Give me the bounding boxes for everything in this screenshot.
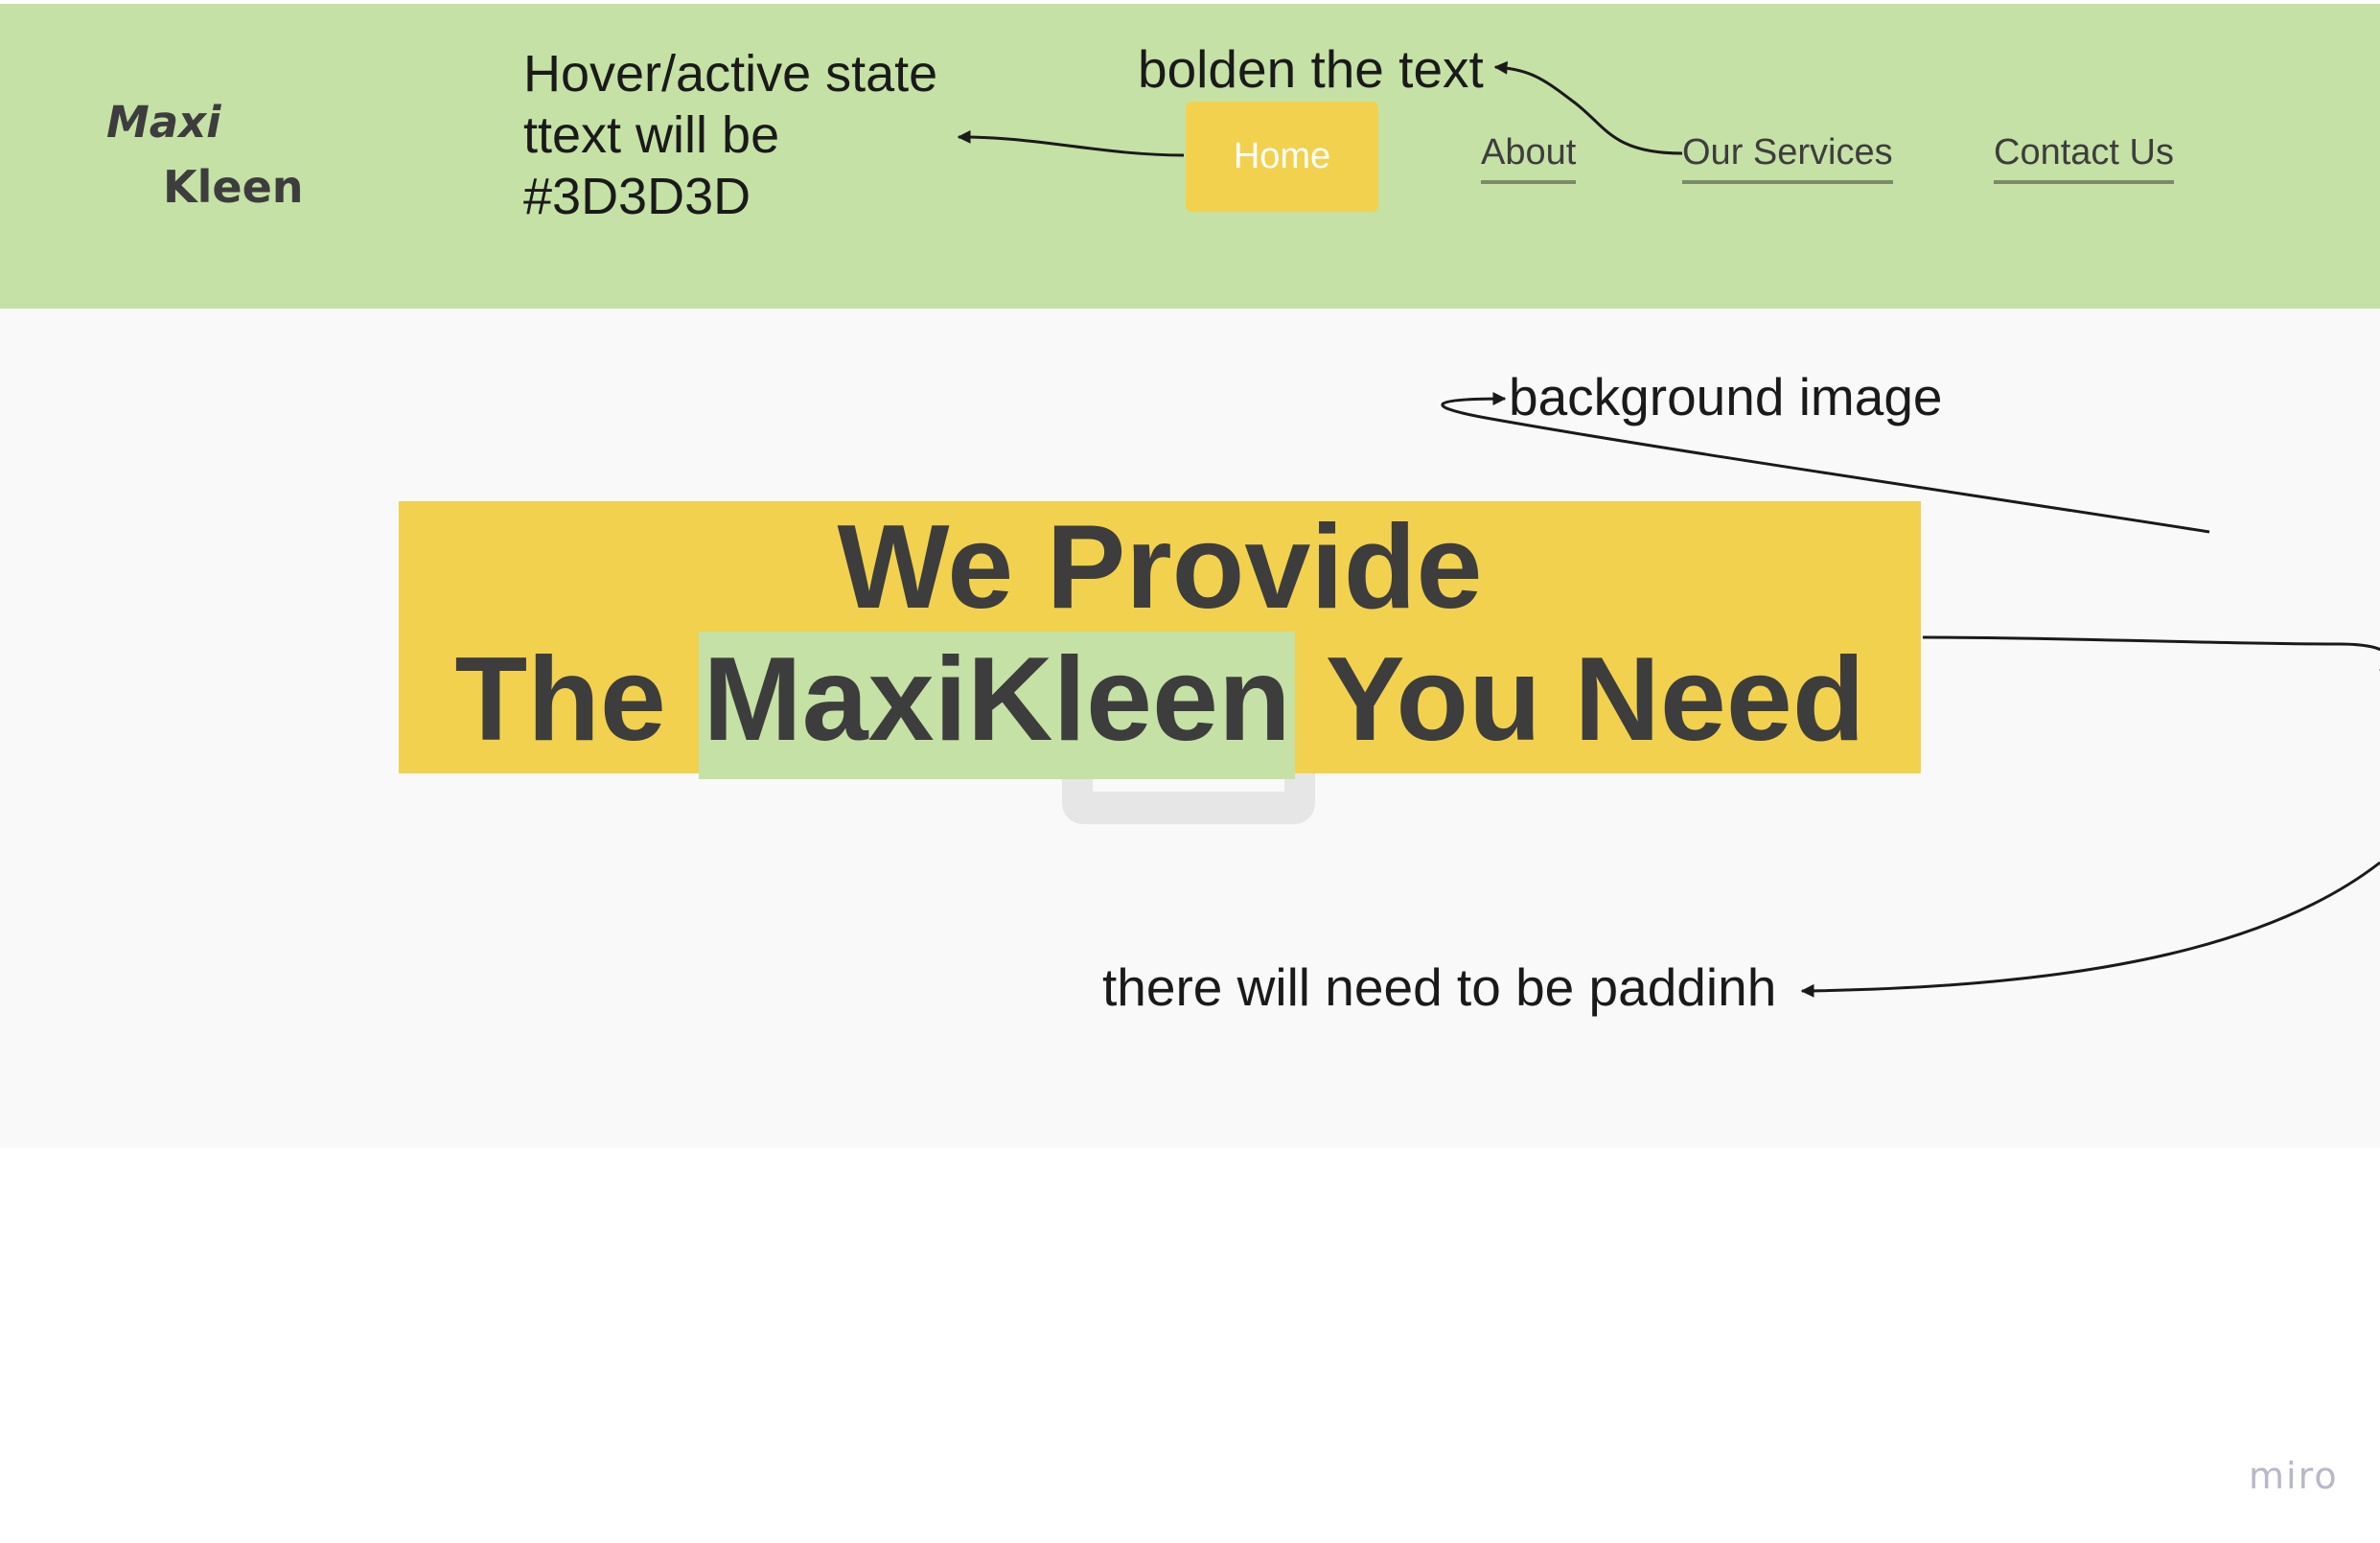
annotation-hover-line3: #3D3D3D (523, 168, 751, 225)
wireframe-canvas: Maxi Kleen Hover/active state ttext will… (0, 0, 2380, 1543)
annotation-bolden: bolden the text (1138, 39, 1484, 99)
hero-line2-after: You Need (1294, 633, 1865, 766)
hero-headline-line2: The MaxiKleen You Need (399, 632, 1921, 779)
nav-home-button[interactable]: Home (1186, 102, 1378, 212)
logo-maxi[interactable]: Maxi (106, 101, 221, 144)
logo-kleen[interactable]: Kleen (163, 165, 304, 209)
annotation-hover-state: Hover/active state ttext will be #3D3D3D (523, 43, 937, 227)
annotation-hover-line1: Hover/active state (523, 45, 938, 103)
annotation-padding: there will need to be paddinh (1102, 957, 1777, 1017)
annotation-background-image: background image (1509, 367, 1943, 426)
hero-line2-before: The (454, 633, 700, 766)
hero-brand-highlight: MaxiKleen (699, 632, 1295, 779)
annotation-hover-line2: ttext will be (523, 106, 780, 164)
miro-watermark: miro (2249, 1455, 2339, 1497)
nav-contact-us-link[interactable]: Contact Us (1994, 130, 2174, 184)
hero-headline-line1: We Provide (837, 501, 1483, 633)
nav-our-services-link[interactable]: Our Services (1682, 130, 1893, 184)
nav-about-link[interactable]: About (1481, 130, 1577, 184)
